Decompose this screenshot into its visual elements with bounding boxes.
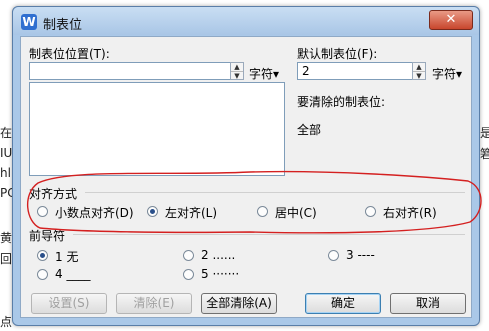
leader-dashes-radio[interactable] bbox=[328, 250, 339, 261]
ok-button[interactable]: 确定 bbox=[305, 293, 381, 314]
align-left-radio[interactable] bbox=[147, 206, 158, 217]
default-tab-spinner[interactable]: ▲ ▼ bbox=[412, 62, 426, 80]
bg-text: 回 bbox=[0, 252, 13, 266]
wps-app-icon: W bbox=[21, 14, 37, 30]
spin-up-icon[interactable]: ▲ bbox=[231, 63, 243, 71]
close-button[interactable]: ✕ bbox=[429, 10, 473, 30]
clear-all-button[interactable]: 全部清除(A) bbox=[201, 293, 277, 314]
leader-underline-label[interactable]: 4 ____ bbox=[55, 267, 90, 281]
group-divider bbox=[85, 192, 465, 193]
default-tab-unit[interactable]: 字符▾ bbox=[432, 65, 462, 82]
bg-text: 是 bbox=[480, 126, 489, 140]
align-left-label[interactable]: 左对齐(L) bbox=[165, 204, 217, 221]
align-center-label[interactable]: 居中(C) bbox=[275, 204, 317, 221]
tab-position-input[interactable] bbox=[29, 62, 237, 80]
dialog-body: 制表位位置(T): ▲ ▼ 字符▾ 默认制表位(F): 2 ▲ ▼ 字符▾ 要清… bbox=[20, 36, 472, 318]
tab-position-spinner[interactable]: ▲ ▼ bbox=[230, 62, 244, 80]
leader-none-label[interactable]: 1 无 bbox=[55, 248, 78, 265]
bg-text: hl bbox=[0, 166, 11, 180]
clear-button[interactable]: 清除(E) bbox=[116, 293, 192, 314]
set-button[interactable]: 设置(S) bbox=[31, 293, 107, 314]
tab-stops-dialog: W 制表位 ✕ 制表位位置(T): ▲ ▼ 字符▾ 默认制表位(F): 2 ▲ … bbox=[12, 6, 480, 326]
alignment-group-title: 对齐方式 bbox=[29, 187, 78, 201]
bg-text: IU bbox=[0, 146, 13, 160]
tab-position-label: 制表位位置(T): bbox=[29, 47, 110, 61]
bg-text: 在 bbox=[0, 126, 13, 140]
leader-middots-label[interactable]: 5 ······· bbox=[201, 267, 239, 281]
align-center-radio[interactable] bbox=[257, 206, 268, 217]
bg-text: 箬 bbox=[480, 147, 489, 161]
cancel-button[interactable]: 取消 bbox=[390, 293, 466, 314]
default-tab-label: 默认制表位(F): bbox=[297, 47, 378, 61]
tab-position-list[interactable] bbox=[29, 82, 285, 176]
bg-text: 黄 bbox=[0, 231, 13, 245]
tab-position-unit[interactable]: 字符▾ bbox=[249, 65, 279, 82]
title-bar[interactable]: W 制表位 ✕ bbox=[13, 7, 479, 35]
bg-text: 点 bbox=[0, 315, 13, 329]
leader-dots-label[interactable]: 2 ...... bbox=[201, 248, 235, 262]
to-clear-value: 全部 bbox=[297, 123, 322, 137]
align-decimal-radio[interactable] bbox=[37, 206, 48, 217]
spin-up-icon[interactable]: ▲ bbox=[413, 63, 425, 71]
spin-down-icon[interactable]: ▼ bbox=[413, 71, 425, 80]
align-right-label[interactable]: 右对齐(R) bbox=[383, 204, 437, 221]
group-divider bbox=[73, 234, 465, 235]
to-clear-label: 要清除的制表位: bbox=[297, 95, 386, 109]
leader-group-title: 前导符 bbox=[29, 229, 66, 243]
leader-dashes-label[interactable]: 3 ---- bbox=[346, 248, 375, 262]
leader-underline-radio[interactable] bbox=[37, 269, 48, 280]
align-decimal-label[interactable]: 小数点对齐(D) bbox=[55, 204, 134, 221]
spin-down-icon[interactable]: ▼ bbox=[231, 71, 243, 80]
align-right-radio[interactable] bbox=[365, 206, 376, 217]
default-tab-input[interactable]: 2 bbox=[297, 62, 417, 80]
dialog-title: 制表位 bbox=[43, 18, 83, 33]
leader-dots-radio[interactable] bbox=[183, 250, 194, 261]
leader-none-radio[interactable] bbox=[37, 250, 48, 261]
leader-middots-radio[interactable] bbox=[183, 269, 194, 280]
